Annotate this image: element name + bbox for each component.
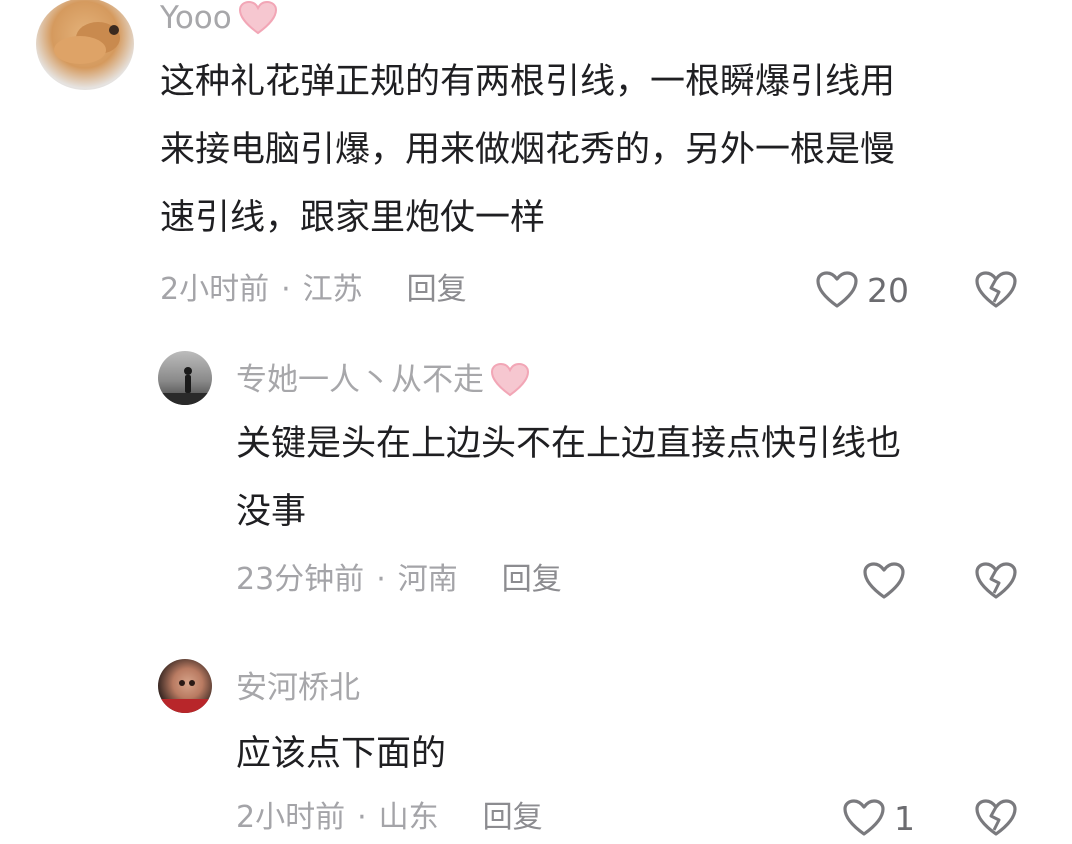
- avatar[interactable]: [158, 659, 212, 713]
- comment-line: 来接电脑引爆，用来做烟花秀的，另外一根是慢: [160, 130, 896, 170]
- dog-photo-icon: [54, 22, 120, 64]
- username[interactable]: Yooo: [160, 0, 278, 36]
- comment-meta: 2小时前 · 江苏 回复: [160, 272, 467, 308]
- heart-icon: [816, 271, 858, 308]
- dislike-button[interactable]: [974, 561, 1018, 605]
- reply-button[interactable]: 回复: [502, 562, 562, 598]
- comment-text: 这种礼花弹正规的有两根引线，一根瞬爆引线用 来接电脑引爆，用来做烟花秀的，另外一…: [160, 48, 1040, 252]
- dislike-button[interactable]: [974, 798, 1018, 842]
- heart-icon: [863, 562, 905, 599]
- avatar[interactable]: [36, 0, 134, 90]
- username[interactable]: 安河桥北: [236, 670, 360, 706]
- comment-text: 应该点下面的: [236, 720, 1036, 788]
- comment-line: 关键是头在上边头不在上边直接点快引线也: [236, 424, 902, 464]
- separator: ·: [376, 562, 386, 597]
- dislike-button[interactable]: [974, 270, 1018, 314]
- separator: ·: [281, 272, 291, 307]
- pink-heart-icon: [238, 0, 278, 36]
- reply-button[interactable]: 回复: [483, 800, 543, 836]
- person-silhouette-icon: [158, 367, 212, 405]
- pink-heart-icon: [490, 362, 530, 398]
- like-count: 20: [867, 270, 909, 310]
- reply-button[interactable]: 回复: [407, 272, 467, 308]
- username[interactable]: 专她一人丶从不走: [236, 362, 530, 398]
- heart-icon: [843, 799, 885, 836]
- comment-line: 没事: [236, 492, 307, 532]
- timestamp: 2小时前: [160, 272, 270, 307]
- separator: ·: [357, 800, 367, 835]
- username-text: Yooo: [160, 0, 232, 36]
- like-button[interactable]: [862, 561, 914, 601]
- like-button[interactable]: 20: [815, 270, 909, 310]
- comment-line: 应该点下面的: [236, 734, 447, 774]
- location: 河南: [397, 562, 458, 597]
- like-count: 1: [894, 798, 915, 838]
- comment-meta: 23分钟前 · 河南 回复: [236, 562, 562, 598]
- avatar[interactable]: [158, 351, 212, 405]
- location: 江苏: [302, 272, 363, 307]
- timestamp: 2小时前: [236, 800, 346, 835]
- username-text: 专她一人丶从不走: [236, 362, 484, 398]
- comment-line: 这种礼花弹正规的有两根引线，一根瞬爆引线用: [160, 62, 896, 102]
- username-text: 安河桥北: [236, 670, 360, 706]
- person-face-icon: [158, 680, 212, 713]
- timestamp: 23分钟前: [236, 562, 365, 597]
- comment-line: 速引线，跟家里炮仗一样: [160, 198, 546, 238]
- comment-meta: 2小时前 · 山东 回复: [236, 800, 543, 836]
- location: 山东: [378, 800, 439, 835]
- broken-heart-icon: [975, 799, 1017, 836]
- like-button[interactable]: 1: [842, 798, 915, 838]
- broken-heart-icon: [975, 271, 1017, 308]
- broken-heart-icon: [975, 562, 1017, 599]
- comment-text: 关键是头在上边头不在上边直接点快引线也 没事: [236, 410, 1036, 546]
